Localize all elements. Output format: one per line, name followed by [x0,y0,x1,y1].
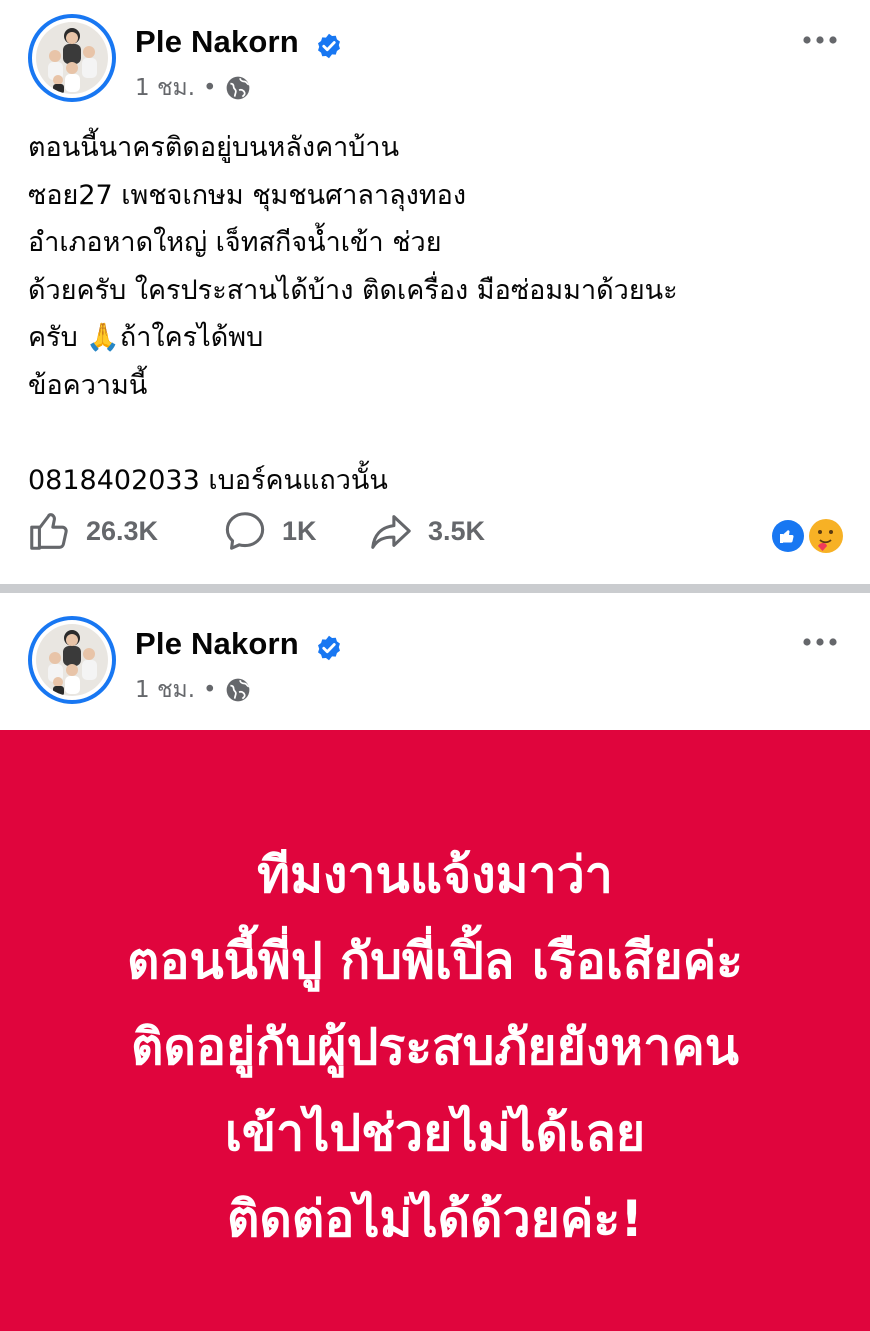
text-post-banner[interactable]: ทีมงานแจ้งมาว่า ตอนนี้พี่ปู กับพี่เปิ้ล … [0,730,870,1331]
comment-count: 1K [282,515,317,546]
share-button[interactable]: 3.5K [368,508,485,554]
post-meta: 1 ชม. • [135,70,251,106]
globe-icon [226,76,249,100]
like-count: 26.3K [86,515,159,546]
comment-button[interactable]: 1K [222,508,317,554]
more-options-icon[interactable] [802,34,838,46]
globe-icon [226,678,249,702]
share-icon [371,515,411,549]
verified-badge-icon [318,33,340,59]
post-header: Ple Nakorn 1 ชม. • [0,10,870,110]
author-name[interactable]: Ple Nakorn [135,626,299,662]
author-name[interactable]: Ple Nakorn [135,24,299,60]
meta-separator: • [203,677,217,703]
more-options-icon[interactable] [802,636,838,648]
avatar[interactable] [28,14,116,102]
avatar[interactable] [28,616,116,704]
share-count: 3.5K [428,515,486,546]
care-reaction-icon [809,519,843,553]
post-divider [0,584,870,593]
banner-text: ทีมงานแจ้งมาว่า ตอนนี้พี่ปู กับพี่เปิ้ล … [127,846,743,1248]
post-actions: 26.3K 1K 3.5K [0,508,870,566]
like-button[interactable]: 26.3K [26,508,158,554]
post-body: ตอนนี้นาครติดอยู่บนหลังคาบ้าน ซอย27 เพชจ… [28,132,678,496]
like-icon [30,513,68,550]
post-meta: 1 ชม. • [135,672,251,708]
post-time[interactable]: 1 ชม. [135,672,195,708]
post-header: Ple Nakorn 1 ชม. • [0,612,870,712]
verified-badge-icon [318,635,340,661]
comment-icon [225,512,265,550]
post-time[interactable]: 1 ชม. [135,70,195,106]
reactions-summary[interactable] [768,516,844,556]
meta-separator: • [203,75,217,101]
